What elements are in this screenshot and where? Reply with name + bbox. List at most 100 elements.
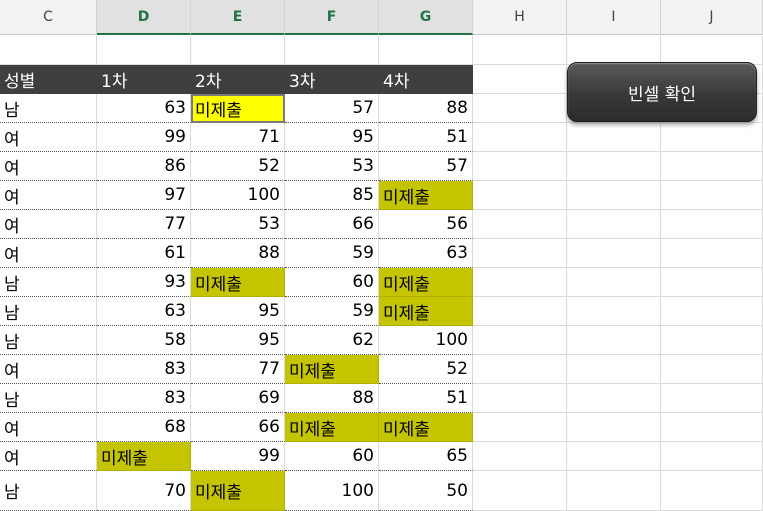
score-cell[interactable]: 99 xyxy=(97,123,191,152)
score-cell[interactable]: 59 xyxy=(285,239,379,268)
empty-cell[interactable] xyxy=(661,123,763,152)
score-cell[interactable]: 97 xyxy=(97,181,191,210)
score-cell[interactable]: 77 xyxy=(191,355,285,384)
score-cell[interactable]: 50 xyxy=(379,471,473,511)
empty-cell[interactable] xyxy=(661,152,763,181)
score-cell[interactable]: 95 xyxy=(191,297,285,326)
score-cell[interactable]: 99 xyxy=(191,442,285,471)
score-cell[interactable]: 63 xyxy=(97,94,191,123)
empty-cell[interactable] xyxy=(567,384,661,413)
empty-cell[interactable] xyxy=(473,413,567,442)
score-cell[interactable]: 57 xyxy=(285,94,379,123)
empty-cell[interactable] xyxy=(191,36,285,65)
empty-cell[interactable] xyxy=(661,355,763,384)
gender-cell[interactable]: 남 xyxy=(0,297,97,326)
table-header-cell[interactable]: 2차 xyxy=(191,65,285,94)
empty-cell[interactable] xyxy=(473,384,567,413)
score-cell[interactable]: 61 xyxy=(97,239,191,268)
empty-cell[interactable] xyxy=(473,442,567,471)
score-cell[interactable]: 100 xyxy=(285,471,379,511)
empty-cell[interactable] xyxy=(567,152,661,181)
score-cell[interactable]: 68 xyxy=(97,413,191,442)
gender-cell[interactable]: 여 xyxy=(0,123,97,152)
blank-score-cell[interactable]: 미제출 xyxy=(191,268,285,297)
gender-cell[interactable]: 여 xyxy=(0,413,97,442)
blank-score-cell[interactable]: 미제출 xyxy=(97,442,191,471)
empty-cell[interactable] xyxy=(473,36,567,65)
check-blank-cells-button[interactable]: 빈셀 확인 xyxy=(567,62,757,122)
empty-cell[interactable] xyxy=(661,297,763,326)
blank-score-cell[interactable]: 미제출 xyxy=(191,471,285,511)
table-header-cell[interactable]: 4차 xyxy=(379,65,473,94)
score-cell[interactable]: 83 xyxy=(97,355,191,384)
gender-cell[interactable]: 남 xyxy=(0,268,97,297)
score-cell[interactable]: 66 xyxy=(285,210,379,239)
score-cell[interactable]: 66 xyxy=(191,413,285,442)
empty-cell[interactable] xyxy=(661,239,763,268)
empty-cell[interactable] xyxy=(473,123,567,152)
score-cell[interactable]: 53 xyxy=(191,210,285,239)
score-cell[interactable]: 100 xyxy=(191,181,285,210)
empty-cell[interactable] xyxy=(473,355,567,384)
empty-cell[interactable] xyxy=(473,268,567,297)
gender-cell[interactable]: 남 xyxy=(0,384,97,413)
score-cell[interactable]: 51 xyxy=(379,384,473,413)
score-cell[interactable]: 70 xyxy=(97,471,191,511)
gender-cell[interactable]: 남 xyxy=(0,471,97,511)
empty-cell[interactable] xyxy=(285,36,379,65)
empty-cell[interactable] xyxy=(473,94,567,123)
gender-cell[interactable]: 여 xyxy=(0,442,97,471)
empty-cell[interactable] xyxy=(379,36,473,65)
column-header-c[interactable]: C xyxy=(0,0,97,35)
score-cell[interactable]: 59 xyxy=(285,297,379,326)
score-cell[interactable]: 71 xyxy=(191,123,285,152)
gender-cell[interactable]: 여 xyxy=(0,181,97,210)
blank-score-cell[interactable]: 미제출 xyxy=(379,413,473,442)
empty-cell[interactable] xyxy=(567,210,661,239)
gender-cell[interactable]: 남 xyxy=(0,94,97,123)
score-cell[interactable]: 63 xyxy=(97,297,191,326)
gender-cell[interactable]: 여 xyxy=(0,210,97,239)
empty-cell[interactable] xyxy=(567,442,661,471)
blank-score-cell[interactable]: 미제출 xyxy=(379,268,473,297)
empty-cell[interactable] xyxy=(473,181,567,210)
gender-cell[interactable]: 여 xyxy=(0,239,97,268)
empty-cell[interactable] xyxy=(567,471,661,511)
empty-cell[interactable] xyxy=(661,210,763,239)
score-cell[interactable]: 63 xyxy=(379,239,473,268)
empty-cell[interactable] xyxy=(567,36,661,65)
gender-cell[interactable]: 남 xyxy=(0,326,97,355)
score-cell[interactable]: 62 xyxy=(285,326,379,355)
empty-cell[interactable] xyxy=(567,181,661,210)
score-cell[interactable]: 93 xyxy=(97,268,191,297)
column-header-f[interactable]: F xyxy=(285,0,379,35)
score-cell[interactable]: 77 xyxy=(97,210,191,239)
score-cell[interactable]: 88 xyxy=(379,94,473,123)
empty-cell[interactable] xyxy=(661,442,763,471)
empty-cell[interactable] xyxy=(661,268,763,297)
empty-cell[interactable] xyxy=(567,123,661,152)
score-cell[interactable]: 95 xyxy=(285,123,379,152)
column-header-g[interactable]: G xyxy=(379,0,473,35)
score-cell[interactable]: 88 xyxy=(191,239,285,268)
empty-cell[interactable] xyxy=(567,297,661,326)
table-header-cell[interactable]: 3차 xyxy=(285,65,379,94)
empty-cell[interactable] xyxy=(567,413,661,442)
empty-cell[interactable] xyxy=(473,210,567,239)
empty-cell[interactable] xyxy=(473,239,567,268)
blank-score-cell[interactable]: 미제출 xyxy=(191,94,285,123)
score-cell[interactable]: 86 xyxy=(97,152,191,181)
empty-cell[interactable] xyxy=(97,36,191,65)
table-header-cell[interactable]: 1차 xyxy=(97,65,191,94)
blank-score-cell[interactable]: 미제출 xyxy=(379,181,473,210)
score-cell[interactable]: 52 xyxy=(379,355,473,384)
empty-cell[interactable] xyxy=(567,326,661,355)
score-cell[interactable]: 65 xyxy=(379,442,473,471)
column-header-h[interactable]: H xyxy=(473,0,567,35)
empty-cell[interactable] xyxy=(661,181,763,210)
empty-cell[interactable] xyxy=(567,355,661,384)
score-cell[interactable]: 95 xyxy=(191,326,285,355)
empty-cell[interactable] xyxy=(661,384,763,413)
score-cell[interactable]: 83 xyxy=(97,384,191,413)
score-cell[interactable]: 60 xyxy=(285,268,379,297)
